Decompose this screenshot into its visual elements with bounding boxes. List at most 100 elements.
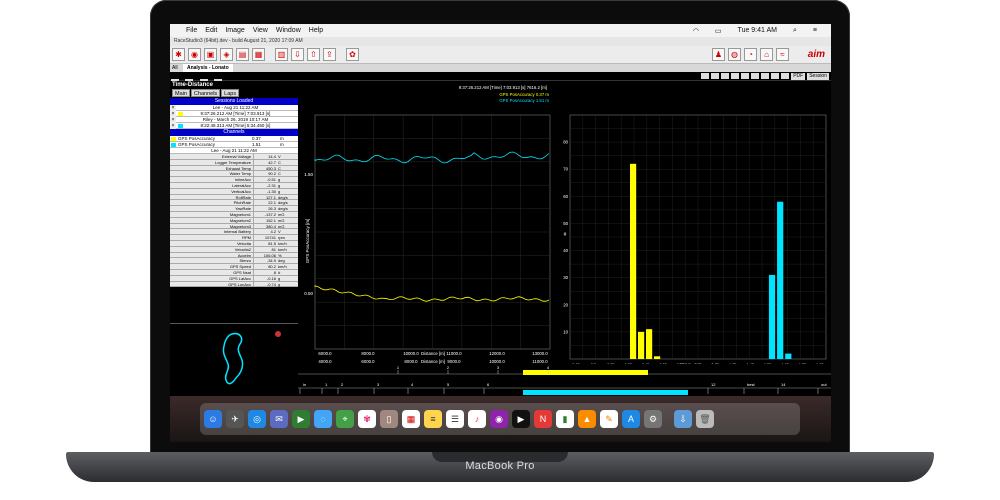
news-icon[interactable]: N — [534, 410, 552, 428]
channels-header: Channels — [170, 129, 298, 136]
facetime-icon[interactable]: ▶ — [292, 410, 310, 428]
histogram-bar — [654, 356, 661, 359]
left-panel: Time-Distance Main Channels Laps Session… — [170, 81, 298, 321]
dock: ☺ ✈ ◎ ✉ ▶ ◌ ⌖ ✾ ▯ ▦ ≡ ☰ ♪ ◉ ▶ N ▮ ▲ ✎ A — [200, 403, 800, 435]
tv-icon[interactable]: ▶ — [512, 410, 530, 428]
session-label: Lee - Aug 21 11:22 AM — [212, 105, 259, 110]
time-distance-plot[interactable]: 9:37:26.212 AM [Time] 7:03.913 [s] 7616.… — [303, 81, 558, 365]
upload-icon[interactable]: ⇧ — [307, 48, 320, 61]
lap-strip: 1 2 3 4 in 1 2 3 4 5 6 12 best 14 out — [298, 364, 831, 396]
wifi-device-icon[interactable]: ≈ — [776, 48, 789, 61]
panel-title: Time-Distance — [172, 82, 213, 88]
aim-logo: aim — [807, 49, 825, 60]
tab-main[interactable]: Main — [172, 89, 190, 97]
safari-icon[interactable]: ◎ — [248, 410, 266, 428]
numbers-icon[interactable]: ▮ — [556, 410, 574, 428]
histogram-y-tick: 20 — [563, 302, 568, 307]
track-map[interactable] — [170, 323, 298, 395]
strip-label: best — [747, 382, 755, 387]
strip-label: out — [821, 382, 827, 387]
contacts-icon[interactable]: ▯ — [380, 410, 398, 428]
battery-icon[interactable]: ▭ — [715, 27, 722, 35]
launchpad-icon[interactable]: ✈ — [226, 410, 244, 428]
menu-edit[interactable]: Edit — [205, 27, 217, 34]
tab-all[interactable]: All — [172, 65, 178, 71]
scatter-icon[interactable] — [771, 73, 780, 79]
search-icon[interactable]: ⌕ — [793, 27, 797, 35]
calendar-icon[interactable]: ▦ — [402, 410, 420, 428]
user-icon[interactable]: ♟ — [712, 48, 725, 61]
wifi-icon[interactable]: ◠ — [693, 27, 699, 35]
window-title: RaceStudio3 (64bit).dev - build August 2… — [170, 37, 831, 46]
open-icon[interactable]: ▣ — [204, 48, 217, 61]
messages-icon[interactable]: ◌ — [314, 410, 332, 428]
menu-list-icon[interactable]: ≡ — [813, 27, 817, 34]
reminders-icon[interactable]: ☰ — [446, 410, 464, 428]
notes-icon[interactable]: ≡ — [424, 410, 442, 428]
tab-analysis[interactable]: Analysis - Lonato — [182, 64, 233, 72]
lap-highlight-cyan[interactable] — [523, 390, 688, 395]
table-cell-unit: g — [278, 281, 281, 287]
pdf-button[interactable]: PDF — [791, 73, 806, 80]
y-tick: 0.50 — [304, 291, 313, 296]
histogram-bar — [638, 331, 645, 359]
home-icon[interactable]: ⌂ — [760, 48, 773, 61]
podcasts-icon[interactable]: ◉ — [490, 410, 508, 428]
pages-icon[interactable]: ✎ — [600, 410, 618, 428]
split-icon[interactable] — [711, 73, 720, 79]
strip-label: in — [303, 382, 306, 387]
download-icon[interactable]: ⇩ — [291, 48, 304, 61]
keynote-icon[interactable]: ▲ — [578, 410, 596, 428]
photos-icon[interactable]: ✾ — [358, 410, 376, 428]
menu-help[interactable]: Help — [309, 27, 323, 34]
device-icon[interactable]: ◉ — [188, 48, 201, 61]
mail-icon[interactable]: ✉ — [270, 410, 288, 428]
histogram-icon[interactable] — [761, 73, 770, 79]
track-icon[interactable]: ▦ — [252, 48, 265, 61]
x-tick: 11000.0 — [446, 351, 462, 356]
clock[interactable]: Tue 9:41 AM — [738, 27, 777, 34]
lap-highlight-yellow[interactable] — [523, 370, 648, 375]
histogram-plot[interactable]: 8070605040302010#0.650.50.250.350.450.55… — [560, 81, 831, 367]
downloads-folder-icon[interactable]: ⇩ — [674, 410, 692, 428]
trash-icon[interactable]: 🗑 — [696, 410, 714, 428]
finder-icon[interactable]: ☺ — [204, 410, 222, 428]
right-tools: PDF Session — [699, 72, 829, 80]
table-cell-name: GPS LonAcc — [170, 281, 254, 288]
app-store-icon[interactable]: A — [622, 410, 640, 428]
menu-status-area: ◠ ▭ Tue 9:41 AM ⌕ ≡ — [685, 24, 825, 37]
session-button[interactable]: Session — [807, 73, 829, 80]
menu-file[interactable]: File — [186, 27, 197, 34]
tools-icon[interactable]: ✱ — [172, 48, 185, 61]
cursor-icon[interactable] — [731, 73, 740, 79]
overlay-icon[interactable] — [721, 73, 730, 79]
histogram-bar — [785, 353, 792, 359]
menu-image[interactable]: Image — [225, 27, 244, 34]
music-icon[interactable]: ♪ — [468, 410, 486, 428]
strip-label: 12 — [711, 382, 716, 387]
session-row[interactable]: × 8:22:48.313 AM [Time] 5:34.450 [s] — [170, 123, 298, 129]
sessions-list: × Lee - Aug 21 11:22 AM × 9:37:26.212 AM [T… — [170, 105, 298, 129]
pen-icon[interactable] — [781, 73, 790, 79]
analysis-icon[interactable]: ◈ — [220, 48, 233, 61]
color-icon[interactable] — [751, 73, 760, 79]
histogram-y-tick: 60 — [563, 194, 568, 199]
export-icon[interactable]: ⇪ — [323, 48, 336, 61]
histogram-y-tick: 80 — [563, 140, 568, 145]
network-icon[interactable]: ◍ — [728, 48, 741, 61]
y-tick: 1.50 — [304, 172, 313, 177]
y-axis-label: GPS PosAccuracy [m] — [305, 219, 310, 264]
lock-icon[interactable] — [741, 73, 750, 79]
remove-session-icon: × — [170, 123, 176, 129]
compare-icon[interactable]: ▤ — [236, 48, 249, 61]
settings-icon[interactable]: ✿ — [346, 48, 359, 61]
menu-window[interactable]: Window — [276, 27, 301, 34]
calculator-icon[interactable]: ▥ — [275, 48, 288, 61]
tab-channels[interactable]: Channels — [190, 89, 221, 97]
wireless-icon[interactable]: ◔ — [744, 48, 757, 61]
measure-icon[interactable] — [701, 73, 710, 79]
maps-icon[interactable]: ⌖ — [336, 410, 354, 428]
system-preferences-icon[interactable]: ⚙ — [644, 410, 662, 428]
menu-view[interactable]: View — [253, 27, 268, 34]
tab-laps[interactable]: Laps — [221, 89, 240, 97]
